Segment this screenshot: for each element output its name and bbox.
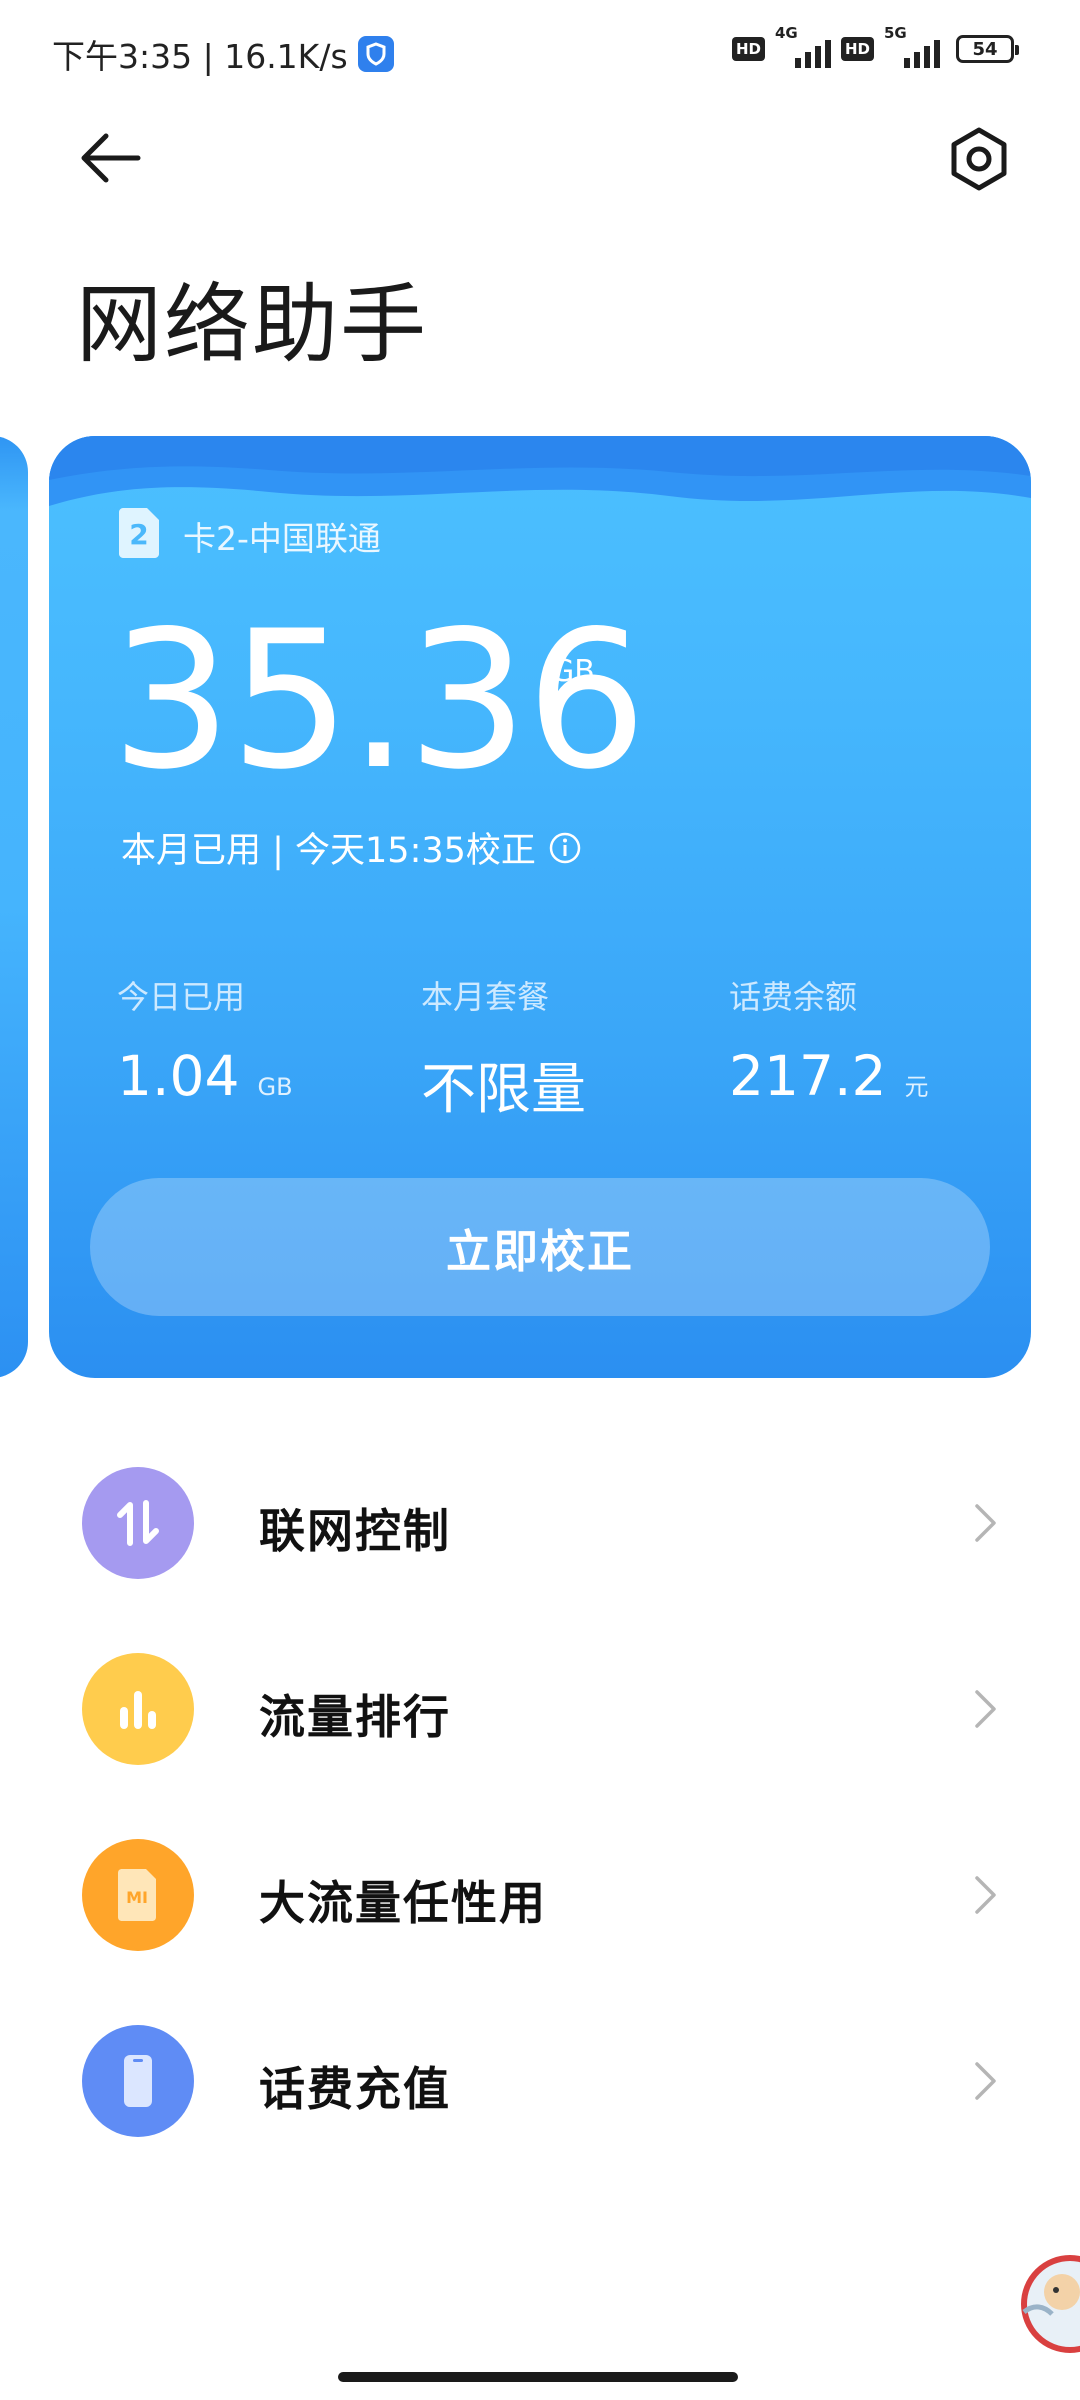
signal-4g-icon: 4G <box>775 24 831 68</box>
signal-5g-icon: 5G <box>884 24 940 68</box>
menu-item-network-control[interactable]: 联网控制 <box>0 1448 1080 1598</box>
status-left: 下午3:35 | 16.1K/s <box>52 30 394 78</box>
bar-chart-icon <box>82 1653 194 1765</box>
usage-caption: 本月已用 | 今天15:35校正 <box>121 822 582 873</box>
chevron-right-icon <box>975 1690 996 1728</box>
chevron-right-icon <box>975 1504 996 1542</box>
battery-level: 54 <box>972 38 998 60</box>
chevron-right-icon <box>975 1876 996 1914</box>
svg-text:2: 2 <box>129 518 148 551</box>
up-down-arrows-icon <box>82 1467 194 1579</box>
menu-item-label: 联网控制 <box>259 1504 451 1558</box>
calibrate-now-button[interactable]: 立即校正 <box>90 1178 990 1316</box>
chevron-right-icon <box>975 2062 996 2100</box>
status-right: HD 4G HD 5G 54 <box>731 24 1019 68</box>
menu-item-phone-recharge[interactable]: 话费充值 <box>0 2006 1080 2156</box>
stat-label: 今日已用 <box>117 978 246 1016</box>
stat-today-used: 今日已用 1.04 GB <box>117 972 293 1108</box>
home-indicator[interactable] <box>338 2372 738 2382</box>
menu-item-label: 流量排行 <box>259 1690 451 1744</box>
stat-unit: GB <box>257 1073 293 1101</box>
time-and-speed: 下午3:35 | 16.1K/s <box>52 37 348 76</box>
svg-text:MI: MI <box>126 1888 148 1907</box>
hd-badge: HD <box>731 37 765 61</box>
status-bar: 下午3:35 | 16.1K/s HD 4G HD 5G 54 <box>0 0 1080 104</box>
sim-carrier-label: 卡2-中国联通 <box>183 519 381 558</box>
mi-sim-icon: MI <box>82 1839 194 1951</box>
floating-mascot-icon[interactable] <box>1010 2234 1080 2354</box>
stat-label: 话费余额 <box>729 978 858 1016</box>
stat-balance: 话费余额 217.2 元 <box>729 972 928 1108</box>
monthly-used-unit: GB <box>551 654 595 689</box>
stat-value: 1.04 <box>117 1044 240 1108</box>
usage-caption-text: 本月已用 | 今天15:35校正 <box>121 831 536 871</box>
stat-unit: 元 <box>904 1073 929 1101</box>
menu-item-label: 话费充值 <box>259 2062 451 2116</box>
stat-label: 本月套餐 <box>421 978 550 1016</box>
shield-app-icon <box>357 36 394 72</box>
previous-sim-card[interactable] <box>0 436 28 1378</box>
sim-data-card[interactable]: 2 卡2-中国联通 35.36 GB 本月已用 | 今天15:35校正 今日已用… <box>49 436 1031 1378</box>
battery-icon: 54 <box>956 35 1019 63</box>
page-title: 网络助手 <box>76 275 428 375</box>
menu-item-big-data-plan[interactable]: MI 大流量任性用 <box>0 1820 1080 1970</box>
back-button[interactable] <box>76 128 146 188</box>
stat-value: 不限量 <box>421 1057 587 1121</box>
menu-item-traffic-ranking[interactable]: 流量排行 <box>0 1634 1080 1784</box>
phone-icon <box>82 2025 194 2137</box>
settings-hexagon-icon <box>951 127 1007 191</box>
settings-button[interactable] <box>944 124 1014 194</box>
menu-item-label: 大流量任性用 <box>259 1876 547 1930</box>
stat-monthly-plan: 本月套餐 不限量 <box>421 972 586 1124</box>
arrow-left-icon <box>81 133 141 183</box>
hd-badge: HD <box>840 37 874 61</box>
sim-card-icon: 2 <box>119 508 159 558</box>
info-icon[interactable] <box>548 831 582 865</box>
monthly-used-value: 35.36 <box>111 590 647 811</box>
stat-value: 217.2 <box>729 1044 887 1108</box>
